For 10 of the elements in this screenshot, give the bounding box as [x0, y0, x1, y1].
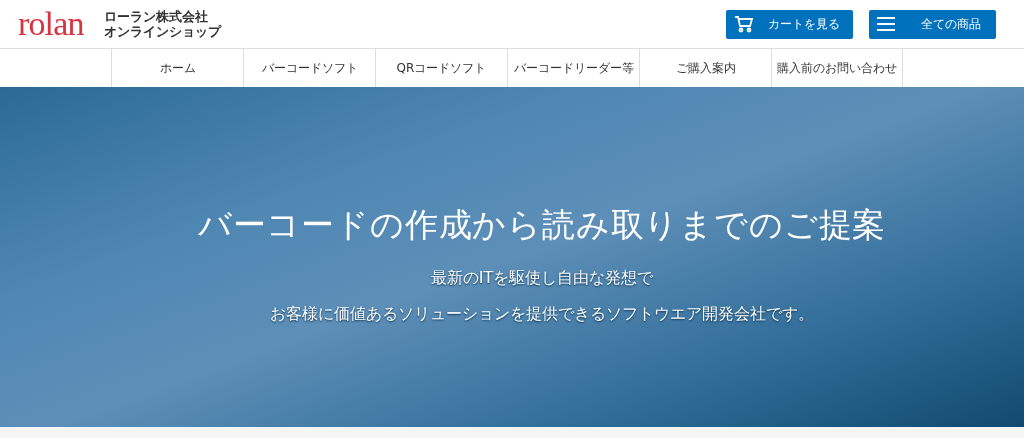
hero-text: 最新のITを駆使し自由な発想で	[430, 266, 654, 289]
cart-button[interactable]: カートを見る	[726, 9, 853, 39]
cart-icon	[734, 15, 754, 33]
all-products-button[interactable]: 全ての商品	[869, 9, 996, 39]
company-name: ローラン株式会社	[103, 9, 209, 24]
logo[interactable]: rolan	[18, 7, 84, 41]
shop-name: オンラインショップ	[103, 24, 221, 39]
hero-text: お客様に価値あるソリューションを提供できるソフトウエア開発会社です。	[270, 302, 814, 325]
hero-title: バーコードの作成から読み取りまでのご提案	[197, 204, 887, 246]
menu-icon	[877, 17, 895, 31]
